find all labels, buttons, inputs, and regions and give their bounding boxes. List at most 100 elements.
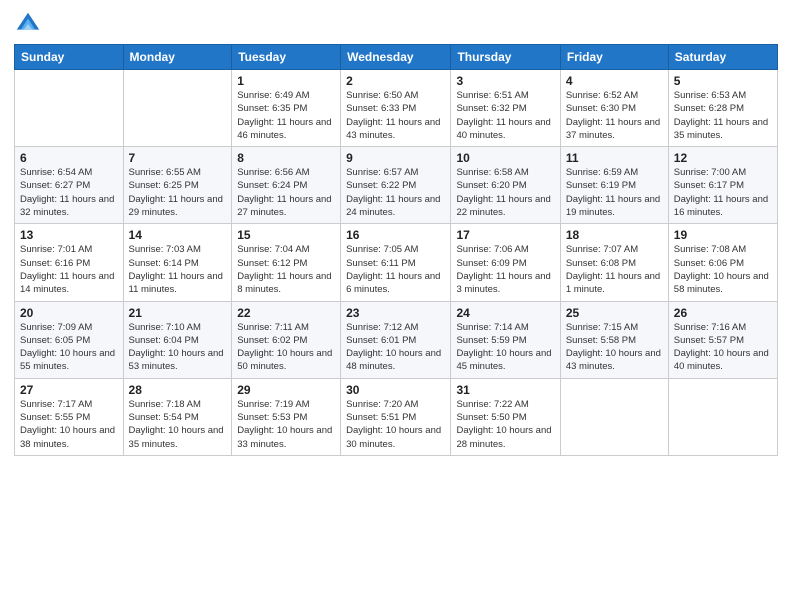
day-info: Sunrise: 7:15 AM Sunset: 5:58 PM Dayligh… [566,321,663,374]
week-row-2: 6Sunrise: 6:54 AM Sunset: 6:27 PM Daylig… [15,147,778,224]
day-number: 21 [129,306,227,320]
day-header-saturday: Saturday [668,45,777,70]
week-row-1: 1Sunrise: 6:49 AM Sunset: 6:35 PM Daylig… [15,70,778,147]
day-info: Sunrise: 7:01 AM Sunset: 6:16 PM Dayligh… [20,243,118,296]
day-info: Sunrise: 7:03 AM Sunset: 6:14 PM Dayligh… [129,243,227,296]
calendar-cell: 12Sunrise: 7:00 AM Sunset: 6:17 PM Dayli… [668,147,777,224]
day-number: 27 [20,383,118,397]
calendar-cell: 29Sunrise: 7:19 AM Sunset: 5:53 PM Dayli… [232,378,341,455]
day-number: 22 [237,306,335,320]
day-info: Sunrise: 6:57 AM Sunset: 6:22 PM Dayligh… [346,166,445,219]
calendar-cell: 1Sunrise: 6:49 AM Sunset: 6:35 PM Daylig… [232,70,341,147]
day-header-sunday: Sunday [15,45,124,70]
day-number: 24 [456,306,554,320]
day-number: 14 [129,228,227,242]
calendar-cell: 30Sunrise: 7:20 AM Sunset: 5:51 PM Dayli… [341,378,451,455]
day-info: Sunrise: 7:20 AM Sunset: 5:51 PM Dayligh… [346,398,445,451]
calendar-cell: 3Sunrise: 6:51 AM Sunset: 6:32 PM Daylig… [451,70,560,147]
day-number: 23 [346,306,445,320]
day-number: 4 [566,74,663,88]
day-number: 12 [674,151,772,165]
calendar-cell: 26Sunrise: 7:16 AM Sunset: 5:57 PM Dayli… [668,301,777,378]
calendar-cell: 31Sunrise: 7:22 AM Sunset: 5:50 PM Dayli… [451,378,560,455]
calendar-cell: 2Sunrise: 6:50 AM Sunset: 6:33 PM Daylig… [341,70,451,147]
day-number: 11 [566,151,663,165]
calendar-cell [123,70,232,147]
day-info: Sunrise: 6:49 AM Sunset: 6:35 PM Dayligh… [237,89,335,142]
day-number: 25 [566,306,663,320]
day-number: 20 [20,306,118,320]
calendar-cell: 14Sunrise: 7:03 AM Sunset: 6:14 PM Dayli… [123,224,232,301]
day-info: Sunrise: 6:53 AM Sunset: 6:28 PM Dayligh… [674,89,772,142]
day-header-monday: Monday [123,45,232,70]
day-info: Sunrise: 7:16 AM Sunset: 5:57 PM Dayligh… [674,321,772,374]
day-info: Sunrise: 7:04 AM Sunset: 6:12 PM Dayligh… [237,243,335,296]
day-number: 15 [237,228,335,242]
day-number: 5 [674,74,772,88]
calendar-cell: 4Sunrise: 6:52 AM Sunset: 6:30 PM Daylig… [560,70,668,147]
calendar-cell: 24Sunrise: 7:14 AM Sunset: 5:59 PM Dayli… [451,301,560,378]
calendar-cell: 7Sunrise: 6:55 AM Sunset: 6:25 PM Daylig… [123,147,232,224]
day-info: Sunrise: 6:59 AM Sunset: 6:19 PM Dayligh… [566,166,663,219]
day-info: Sunrise: 7:05 AM Sunset: 6:11 PM Dayligh… [346,243,445,296]
day-number: 31 [456,383,554,397]
day-info: Sunrise: 7:17 AM Sunset: 5:55 PM Dayligh… [20,398,118,451]
day-info: Sunrise: 7:09 AM Sunset: 6:05 PM Dayligh… [20,321,118,374]
calendar-cell: 6Sunrise: 6:54 AM Sunset: 6:27 PM Daylig… [15,147,124,224]
week-row-5: 27Sunrise: 7:17 AM Sunset: 5:55 PM Dayli… [15,378,778,455]
day-info: Sunrise: 7:10 AM Sunset: 6:04 PM Dayligh… [129,321,227,374]
day-info: Sunrise: 6:50 AM Sunset: 6:33 PM Dayligh… [346,89,445,142]
day-info: Sunrise: 6:52 AM Sunset: 6:30 PM Dayligh… [566,89,663,142]
calendar-cell: 15Sunrise: 7:04 AM Sunset: 6:12 PM Dayli… [232,224,341,301]
day-number: 17 [456,228,554,242]
day-info: Sunrise: 7:07 AM Sunset: 6:08 PM Dayligh… [566,243,663,296]
day-number: 13 [20,228,118,242]
day-info: Sunrise: 6:58 AM Sunset: 6:20 PM Dayligh… [456,166,554,219]
header [14,10,778,38]
calendar-cell: 18Sunrise: 7:07 AM Sunset: 6:08 PM Dayli… [560,224,668,301]
logo-icon [14,10,42,38]
day-info: Sunrise: 6:56 AM Sunset: 6:24 PM Dayligh… [237,166,335,219]
calendar-cell: 11Sunrise: 6:59 AM Sunset: 6:19 PM Dayli… [560,147,668,224]
day-info: Sunrise: 7:14 AM Sunset: 5:59 PM Dayligh… [456,321,554,374]
day-info: Sunrise: 7:22 AM Sunset: 5:50 PM Dayligh… [456,398,554,451]
day-number: 1 [237,74,335,88]
day-number: 19 [674,228,772,242]
day-header-thursday: Thursday [451,45,560,70]
day-number: 9 [346,151,445,165]
day-number: 8 [237,151,335,165]
day-info: Sunrise: 7:11 AM Sunset: 6:02 PM Dayligh… [237,321,335,374]
day-header-tuesday: Tuesday [232,45,341,70]
day-info: Sunrise: 7:00 AM Sunset: 6:17 PM Dayligh… [674,166,772,219]
day-number: 16 [346,228,445,242]
calendar-cell: 9Sunrise: 6:57 AM Sunset: 6:22 PM Daylig… [341,147,451,224]
header-row: SundayMondayTuesdayWednesdayThursdayFrid… [15,45,778,70]
day-number: 26 [674,306,772,320]
day-number: 28 [129,383,227,397]
calendar-cell [560,378,668,455]
day-info: Sunrise: 7:18 AM Sunset: 5:54 PM Dayligh… [129,398,227,451]
calendar-cell: 23Sunrise: 7:12 AM Sunset: 6:01 PM Dayli… [341,301,451,378]
calendar-cell: 22Sunrise: 7:11 AM Sunset: 6:02 PM Dayli… [232,301,341,378]
day-number: 2 [346,74,445,88]
day-number: 10 [456,151,554,165]
day-number: 30 [346,383,445,397]
calendar-cell: 5Sunrise: 6:53 AM Sunset: 6:28 PM Daylig… [668,70,777,147]
day-number: 7 [129,151,227,165]
week-row-3: 13Sunrise: 7:01 AM Sunset: 6:16 PM Dayli… [15,224,778,301]
day-number: 29 [237,383,335,397]
calendar-cell: 20Sunrise: 7:09 AM Sunset: 6:05 PM Dayli… [15,301,124,378]
logo [14,10,44,38]
day-info: Sunrise: 7:08 AM Sunset: 6:06 PM Dayligh… [674,243,772,296]
day-info: Sunrise: 7:12 AM Sunset: 6:01 PM Dayligh… [346,321,445,374]
calendar-cell: 19Sunrise: 7:08 AM Sunset: 6:06 PM Dayli… [668,224,777,301]
day-header-friday: Friday [560,45,668,70]
day-info: Sunrise: 6:54 AM Sunset: 6:27 PM Dayligh… [20,166,118,219]
page: SundayMondayTuesdayWednesdayThursdayFrid… [0,0,792,612]
day-info: Sunrise: 7:06 AM Sunset: 6:09 PM Dayligh… [456,243,554,296]
calendar-cell: 13Sunrise: 7:01 AM Sunset: 6:16 PM Dayli… [15,224,124,301]
calendar-cell: 10Sunrise: 6:58 AM Sunset: 6:20 PM Dayli… [451,147,560,224]
calendar-cell [668,378,777,455]
day-number: 6 [20,151,118,165]
day-info: Sunrise: 7:19 AM Sunset: 5:53 PM Dayligh… [237,398,335,451]
